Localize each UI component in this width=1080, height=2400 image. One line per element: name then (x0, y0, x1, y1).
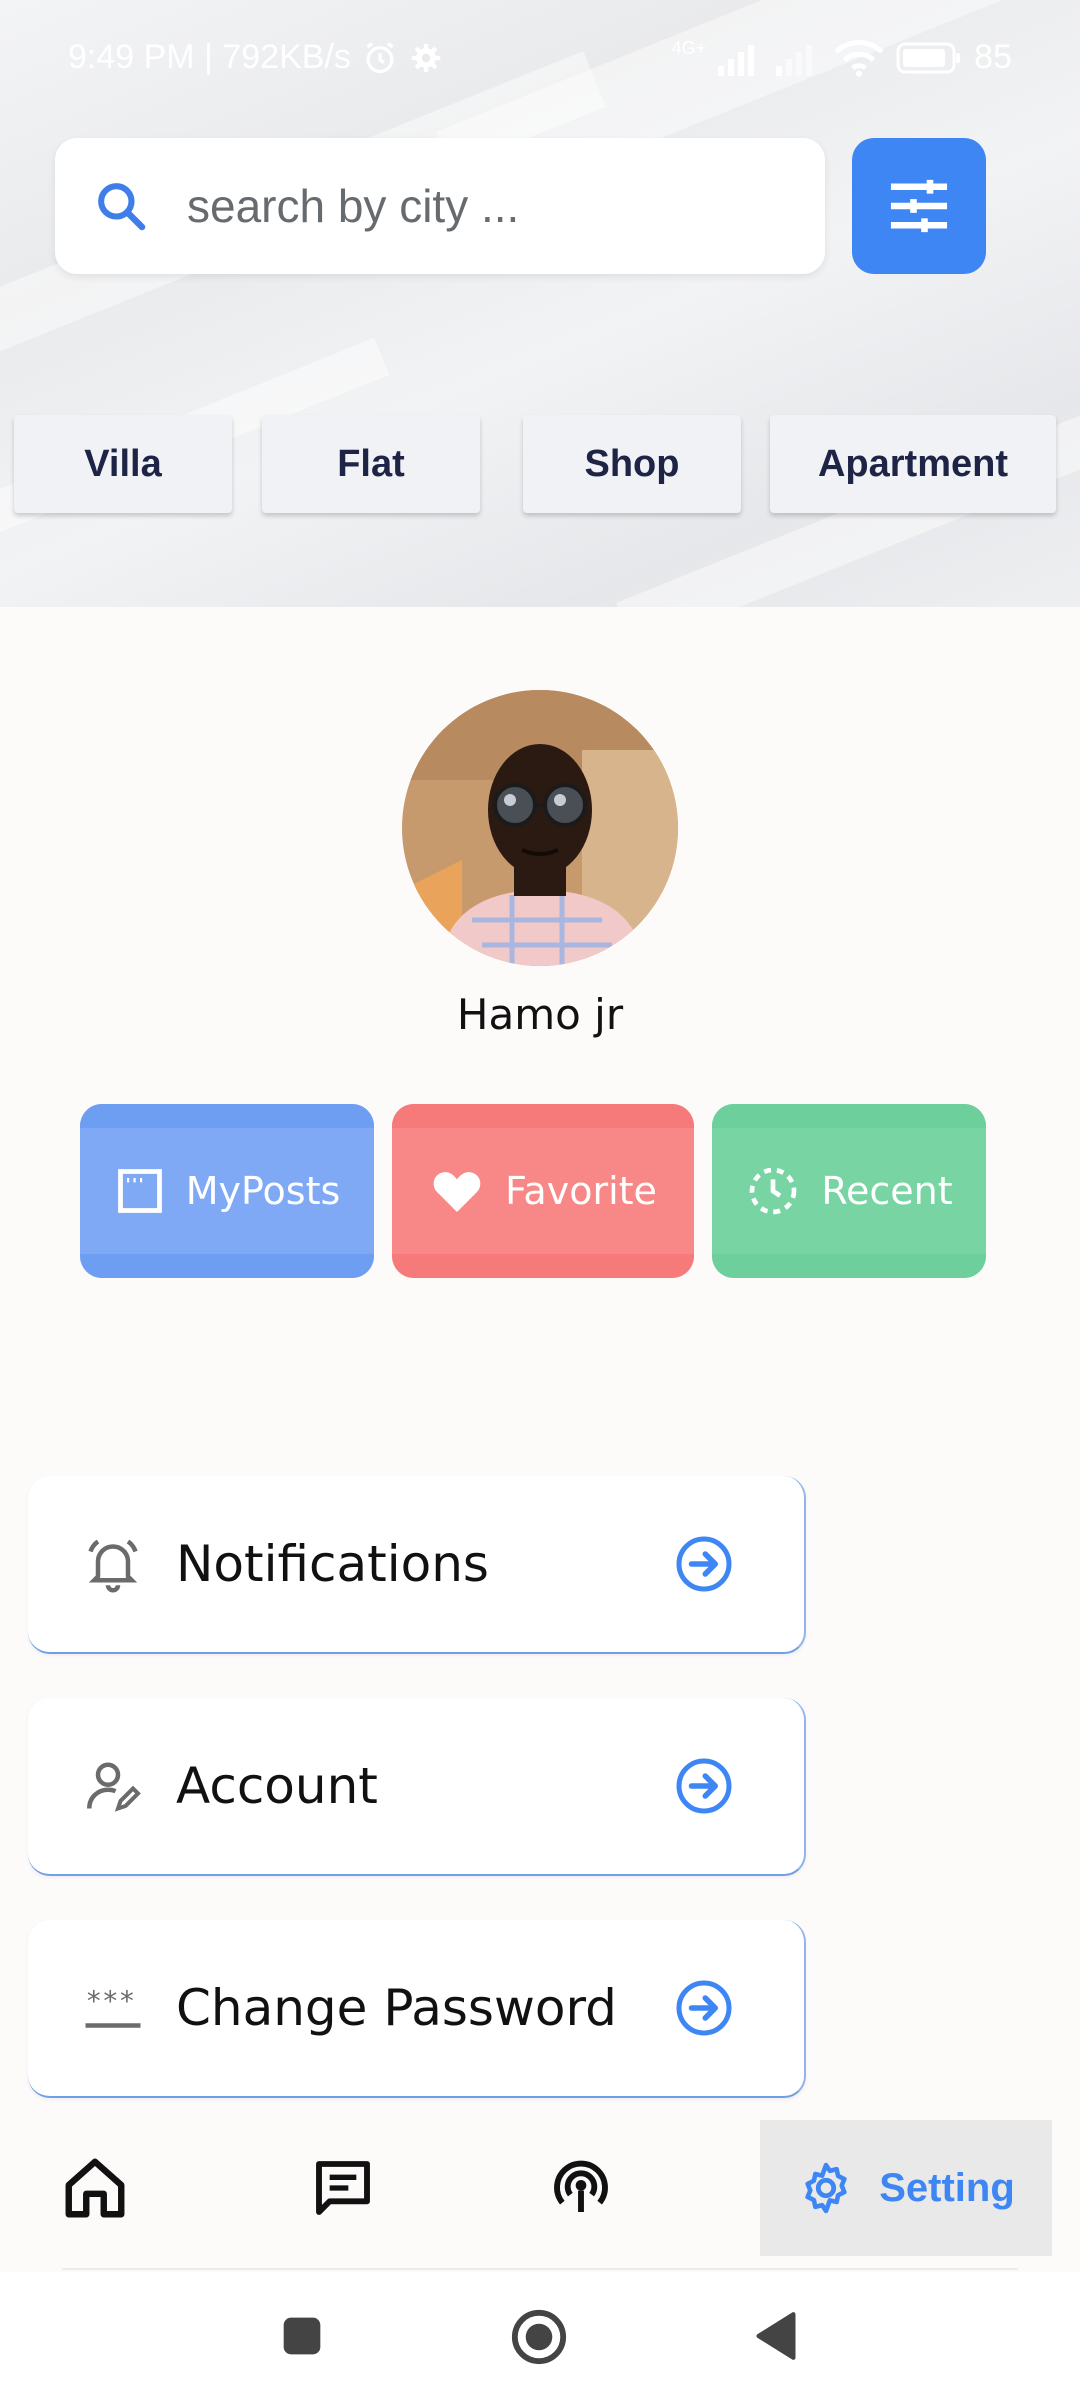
divider (62, 2268, 1018, 2270)
system-navigation-bar (0, 2272, 1080, 2400)
avatar[interactable] (402, 690, 678, 966)
signal-weak-icon (776, 44, 813, 76)
recent-label: Recent (821, 1169, 953, 1213)
tune-sliders-icon (890, 179, 948, 233)
myposts-button[interactable]: MyPosts (80, 1104, 374, 1278)
menu-change-password[interactable]: *** Change Password (28, 1920, 806, 2098)
status-bar: 9:49 PM | 792KB/s 4G+ 85 (0, 0, 1080, 118)
back-triangle-icon[interactable] (754, 2310, 798, 2362)
arrow-right-circle-icon[interactable] (674, 1756, 734, 1816)
search-bar[interactable] (55, 138, 825, 274)
profile-name: Hamo jr (456, 990, 624, 1039)
clock-icon (749, 1167, 797, 1215)
chat-icon (316, 2161, 370, 2215)
gear-small-icon (411, 43, 441, 72)
user-photo (402, 690, 678, 966)
heart-icon (433, 1172, 481, 1212)
svg-text:***: *** (86, 1986, 136, 2018)
category-chips: Villa Flat Shop Apartment (0, 415, 1080, 513)
nav-setting[interactable]: Setting (760, 2120, 1052, 2256)
password-icon: *** (85, 1986, 141, 2028)
search-icon (98, 183, 146, 231)
recent-button[interactable]: Recent (712, 1104, 986, 1278)
battery-icon (896, 42, 961, 73)
network-type: 4G+ (671, 38, 707, 58)
menu-notifications[interactable]: Notifications (28, 1476, 806, 1654)
bottom-navigation: Setting (0, 2120, 1080, 2270)
filter-button[interactable] (852, 138, 986, 274)
myposts-label: MyPosts (185, 1169, 341, 1213)
bell-icon (88, 1539, 138, 1593)
category-chip-flat[interactable]: Flat (262, 415, 480, 513)
nav-home[interactable] (40, 2120, 150, 2256)
recents-square-icon[interactable] (280, 2314, 324, 2358)
favorite-button[interactable]: Favorite (392, 1104, 694, 1278)
search-input[interactable] (185, 178, 789, 234)
user-edit-icon (87, 1762, 141, 1812)
menu-label: Notifications (176, 1535, 489, 1593)
home-icon (65, 2158, 125, 2218)
alarm-icon (366, 41, 394, 73)
wifi-icon (834, 39, 884, 77)
nav-setting-label: Setting (879, 2165, 1015, 2210)
broadcast-icon (554, 2160, 608, 2212)
menu-label: Change Password (176, 1979, 617, 2037)
window-icon (117, 1169, 162, 1213)
battery-level: 85 (974, 38, 1012, 76)
nav-chat[interactable] (288, 2120, 398, 2256)
arrow-right-circle-icon[interactable] (674, 1534, 734, 1594)
arrow-right-circle-icon[interactable] (674, 1978, 734, 2038)
signal-icon (718, 44, 755, 76)
category-chip-villa[interactable]: Villa (14, 415, 232, 513)
nav-broadcast[interactable] (526, 2120, 636, 2256)
favorite-label: Favorite (505, 1169, 657, 1213)
category-chip-apartment[interactable]: Apartment (770, 415, 1056, 513)
category-chip-shop[interactable]: Shop (523, 415, 741, 513)
menu-label: Account (176, 1757, 378, 1815)
header-background: 9:49 PM | 792KB/s 4G+ 85 Villa Flat Shop… (0, 0, 1080, 607)
settings-icon (805, 2162, 847, 2214)
menu-account[interactable]: Account (28, 1698, 806, 1876)
status-time: 9:49 PM | 792KB/s (68, 38, 351, 76)
home-circle-icon[interactable] (510, 2308, 568, 2366)
